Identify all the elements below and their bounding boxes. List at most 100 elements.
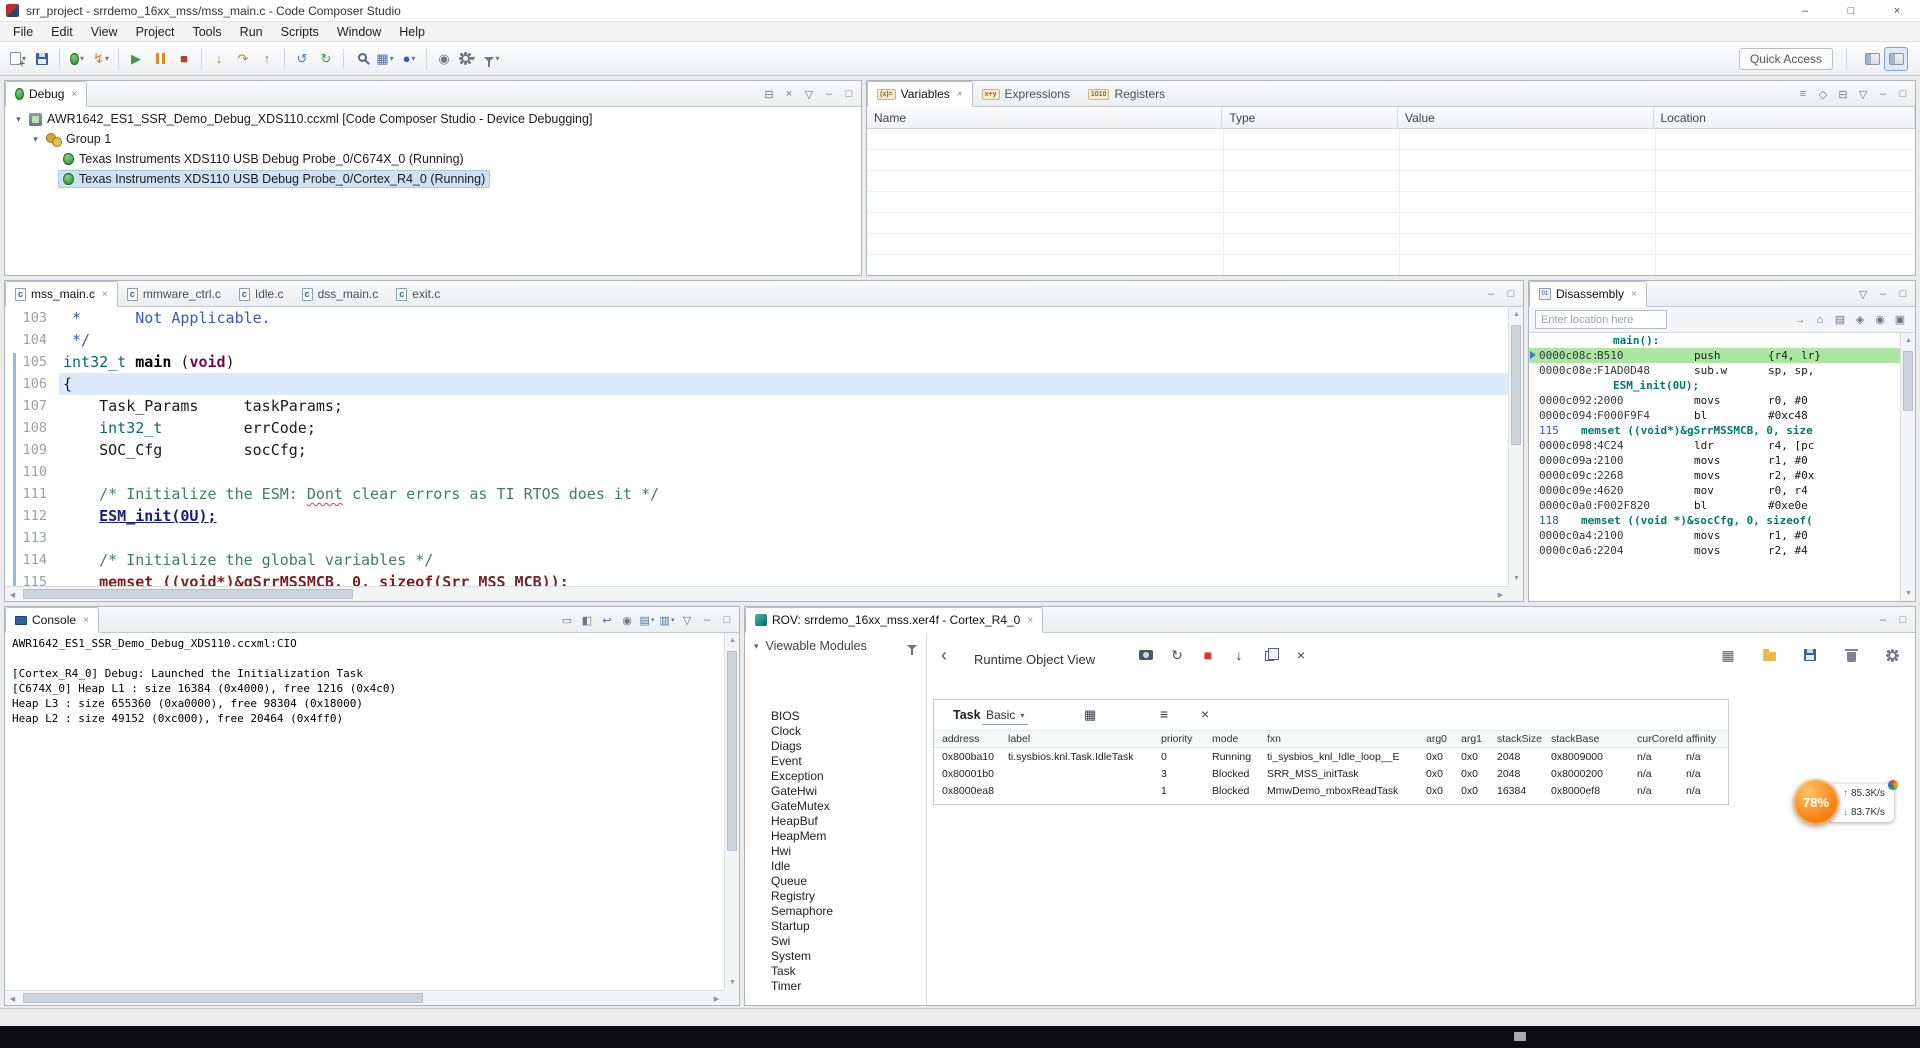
new-file-icon[interactable]: ▾ (6, 47, 30, 71)
step-into-icon[interactable]: ↓ (207, 47, 231, 71)
collapse-sidebar-icon[interactable]: ‹ (941, 645, 947, 666)
minimize-button[interactable]: – (1782, 0, 1828, 22)
task-column-priority[interactable]: priority (1161, 731, 1212, 747)
filter-icon[interactable]: ▾ (480, 47, 504, 71)
minimize-icon[interactable]: – (698, 611, 716, 629)
minimize-icon[interactable]: – (1874, 285, 1892, 303)
tile-view-icon[interactable]: ▦ (1719, 646, 1737, 664)
editor-tab-Idle-c[interactable]: Idle.c (230, 281, 293, 307)
tab-registers[interactable]: 1010Registers (1079, 81, 1174, 107)
task-column-address[interactable]: address (942, 731, 1008, 747)
settings-icon[interactable] (1883, 646, 1901, 664)
scroll-left-icon[interactable]: ◀ (5, 587, 20, 602)
open-console-icon[interactable]: ▥▾ (658, 611, 676, 629)
view-menu-icon[interactable]: ▽ (1854, 285, 1872, 303)
menu-scripts[interactable]: Scripts (272, 23, 328, 41)
menu-run[interactable]: Run (231, 23, 272, 41)
scroll-down-icon[interactable]: ▼ (1509, 571, 1524, 586)
link-with-editor-icon[interactable]: ◈ (1851, 311, 1869, 329)
close-icon[interactable]: × (1292, 646, 1310, 664)
task-column-label[interactable]: label (1008, 731, 1161, 747)
minimize-icon[interactable]: – (1874, 611, 1892, 629)
editor-tab-mss_main-c[interactable]: mss_main.c× (5, 281, 118, 307)
module-item-task[interactable]: Task (745, 963, 926, 978)
menu-help[interactable]: Help (390, 23, 434, 41)
column-header-name[interactable]: Name (867, 107, 1222, 129)
close-icon[interactable]: × (1027, 615, 1033, 626)
column-header-value[interactable]: Value (1398, 107, 1654, 129)
scrollbar-thumb[interactable] (1903, 351, 1913, 411)
tab-debug[interactable]: Debug × (5, 81, 87, 107)
debug-launch-icon[interactable]: ▾ (65, 47, 89, 71)
pin-console-icon[interactable]: ◉ (618, 611, 636, 629)
pin-icon[interactable]: ◉ (432, 47, 456, 71)
editor-tab-mmware_ctrl-c[interactable]: mmware_ctrl.c (118, 281, 230, 307)
pin-icon[interactable]: ◉ (1871, 311, 1889, 329)
module-item-clock[interactable]: Clock (745, 723, 926, 738)
expand-arrow-icon[interactable]: ▾ (13, 114, 24, 125)
menu-view[interactable]: View (82, 23, 127, 41)
save-icon[interactable] (1801, 646, 1819, 664)
module-item-system[interactable]: System (745, 948, 926, 963)
module-item-exception[interactable]: Exception (745, 768, 926, 783)
close-icon[interactable]: × (957, 89, 963, 100)
task-row[interactable]: 0x8000ea81BlockedMmwDemo_mboxReadTask0x0… (934, 782, 1728, 799)
menu-project[interactable]: Project (127, 23, 184, 41)
save-icon[interactable] (30, 47, 54, 71)
show-source-icon[interactable]: ▤ (1831, 311, 1849, 329)
columns-icon[interactable]: ▦ (1084, 707, 1096, 723)
settings-icon[interactable]: ▾ (456, 47, 480, 71)
scroll-right-icon[interactable]: ▶ (1493, 587, 1508, 602)
maximize-icon[interactable]: □ (1502, 285, 1520, 303)
show-type-names-icon[interactable]: ≡ (1794, 85, 1812, 103)
flash-icon[interactable]: ↯▾ (89, 47, 113, 71)
menu-window[interactable]: Window (328, 23, 390, 41)
collapse-all-icon[interactable]: ⊟ (1834, 85, 1852, 103)
view-menu-icon[interactable]: ▽ (800, 85, 818, 103)
task-column-stackSize[interactable]: stackSize (1497, 731, 1551, 747)
display-console-icon[interactable]: ▤▾ (638, 611, 656, 629)
debug-tree-item[interactable]: Texas Instruments XDS110 USB Debug Probe… (5, 169, 861, 189)
refresh-icon[interactable]: ↻ (314, 47, 338, 71)
scroll-right-icon[interactable]: ▶ (709, 991, 724, 1006)
debug-tree-item[interactable]: Texas Instruments XDS110 USB Debug Probe… (5, 149, 861, 169)
word-wrap-icon[interactable]: ↩ (598, 611, 616, 629)
tab-console[interactable]: Console × (5, 607, 99, 633)
search-icon[interactable] (349, 47, 373, 71)
task-column-arg0[interactable]: arg0 (1426, 731, 1461, 747)
delete-icon[interactable] (1842, 646, 1860, 664)
task-column-mode[interactable]: mode (1212, 731, 1267, 747)
scroll-up-icon[interactable]: ▲ (725, 633, 740, 648)
view-menu-icon[interactable]: ▽ (678, 611, 696, 629)
menu-tools[interactable]: Tools (183, 23, 230, 41)
quick-access-button[interactable]: Quick Access (1739, 48, 1833, 70)
variables-table-body[interactable] (867, 129, 1915, 275)
close-icon[interactable]: × (83, 615, 89, 626)
memory-browser-icon[interactable]: ▦▾ (373, 47, 397, 71)
expand-arrow-icon[interactable]: ▾ (30, 134, 41, 145)
restart-icon[interactable]: ↺ (290, 47, 314, 71)
step-return-icon[interactable]: ↑ (255, 47, 279, 71)
go-icon[interactable]: → (1791, 311, 1809, 329)
console-output[interactable]: AWR1642_ES1_SSR_Demo_Debug_XDS110.ccxml:… (5, 633, 724, 990)
scrollbar-thumb[interactable] (1511, 325, 1521, 445)
maximize-icon[interactable]: □ (1894, 611, 1912, 629)
module-item-heapmem[interactable]: HeapMem (745, 828, 926, 843)
module-item-bios[interactable]: BIOS (745, 708, 926, 723)
task-column-arg1[interactable]: arg1 (1461, 731, 1497, 747)
task-column-affinity[interactable]: affinity (1686, 731, 1730, 747)
open-new-view-icon[interactable]: ▣ (1891, 311, 1909, 329)
minimize-icon[interactable]: – (1482, 285, 1500, 303)
editor-tab-exit-c[interactable]: exit.c (387, 281, 449, 307)
scrollbar-thumb[interactable] (23, 589, 353, 599)
copy-icon[interactable] (1261, 646, 1279, 664)
maximize-icon[interactable]: □ (840, 85, 858, 103)
windows-taskbar[interactable] (0, 1026, 1920, 1048)
editor-tab-dss_main-c[interactable]: dss_main.c (293, 281, 388, 307)
task-column-stackBase[interactable]: stackBase (1551, 731, 1637, 747)
clear-console-icon[interactable]: ▭ (558, 611, 576, 629)
module-item-swi[interactable]: Swi (745, 933, 926, 948)
task-row[interactable]: 0x80001b03BlockedSRR_MSS_initTask0x00x02… (934, 765, 1728, 782)
scroll-down-icon[interactable]: ▼ (725, 975, 740, 990)
module-item-registry[interactable]: Registry (745, 888, 926, 903)
